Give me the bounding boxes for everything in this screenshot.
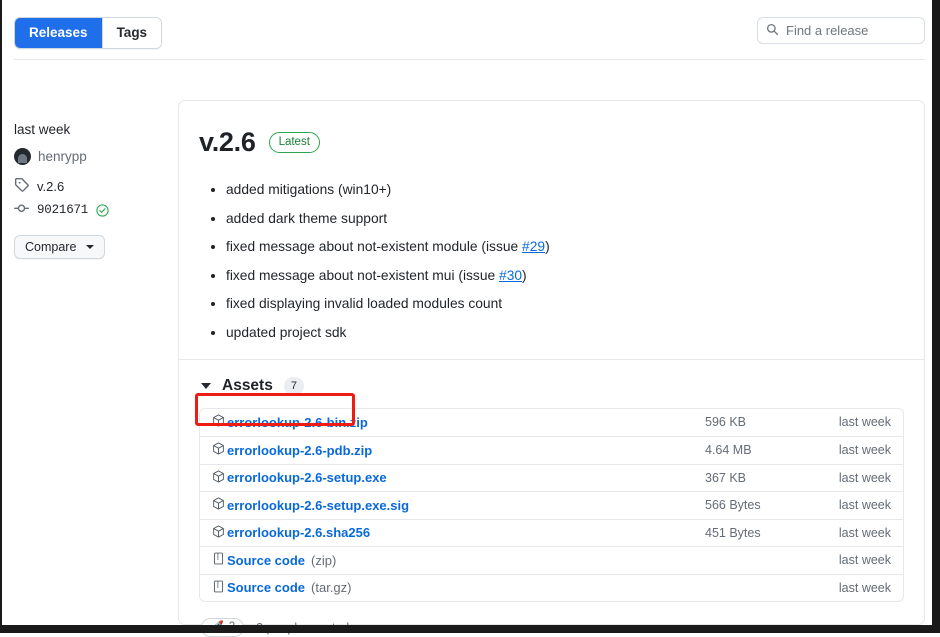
asset-download-link[interactable]: errorlookup-2.6-pdb.zip <box>227 443 372 458</box>
list-item: updated project sdk <box>226 325 904 341</box>
note-text-end: ) <box>545 239 550 254</box>
asset-size: 451 Bytes <box>705 525 761 540</box>
list-item: added dark theme support <box>226 211 904 227</box>
table-row[interactable]: errorlookup-2.6-setup.exe 367 KB last week <box>200 463 903 492</box>
asset-date: last week <box>838 525 891 540</box>
asset-download-link[interactable]: Source code <box>227 580 305 595</box>
releases-page: Releases Tags last week henrypp <box>0 0 932 637</box>
list-item: fixed message about not-existent mui (is… <box>226 268 904 284</box>
package-icon <box>212 442 225 458</box>
note-text-end: ) <box>522 267 527 283</box>
list-item: fixed displaying invalid loaded modules … <box>226 296 904 312</box>
release-header: v.2.6 Latest <box>199 127 904 158</box>
asset-download-link[interactable]: errorlookup-2.6.sha256 <box>227 525 370 540</box>
commit-sha: 9021671 <box>37 203 89 217</box>
issue-link-30[interactable]: #30 <box>499 268 522 283</box>
author-name: henrypp <box>38 149 87 164</box>
tab-releases[interactable]: Releases <box>15 18 102 48</box>
note-text: fixed message about not-existent mui (is… <box>226 267 500 283</box>
table-row[interactable]: errorlookup-2.6-pdb.zip 4.64 MB last week <box>200 436 903 464</box>
release-tag-row[interactable]: v.2.6 <box>14 177 164 195</box>
chevron-down-icon <box>86 245 95 249</box>
package-icon <box>212 470 225 486</box>
release-author[interactable]: henrypp <box>14 148 164 165</box>
asset-format-label: (tar.gz) <box>311 580 352 596</box>
asset-date: last week <box>838 415 891 430</box>
table-row[interactable]: errorlookup-2.6-setup.exe.sig 566 Bytes la… <box>200 491 903 519</box>
releases-tags-toggle[interactable]: Releases Tags <box>14 17 163 49</box>
assets-title: Assets <box>222 376 273 394</box>
table-row[interactable]: errorlookup-2.6.sha256 451 Bytes last week <box>200 518 903 547</box>
compare-button-label: Compare <box>25 240 77 254</box>
status-badge: Latest <box>268 132 320 153</box>
list-item: added mitigations (win10+) <box>226 182 904 198</box>
asset-name-cell: Source code (tar.gz) <box>212 580 705 596</box>
asset-download-link[interactable]: Source code <box>227 553 305 568</box>
avatar <box>14 148 31 165</box>
release-date: last week <box>14 122 71 137</box>
chevron-down-icon[interactable] <box>201 382 211 389</box>
asset-format-label: (zip) <box>311 552 337 568</box>
asset-date: last week <box>838 443 891 458</box>
frame-edge-right <box>932 0 940 633</box>
asset-name-cell: errorlookup-2.6-bin.zip <box>212 414 705 430</box>
assets-table: errorlookup-2.6-bin.zip 596 KB last week er… <box>199 407 904 602</box>
release-notes-list: added mitigations (win10+) added dark th… <box>199 182 904 341</box>
list-item: fixed message about not-existent module … <box>226 239 904 255</box>
asset-date: last week <box>838 498 891 513</box>
frame-edge-left <box>0 0 2 633</box>
search-input[interactable] <box>786 23 916 38</box>
asset-size: 367 KB <box>705 470 747 485</box>
release-commit-row[interactable]: 9021671 <box>14 201 164 219</box>
assets-count-badge: 7 <box>283 376 304 395</box>
package-icon <box>212 414 225 430</box>
asset-download-link[interactable]: errorlookup-2.6-setup.exe.sig <box>227 498 409 513</box>
package-icon <box>212 497 225 513</box>
asset-name-cell: errorlookup-2.6.sha256 <box>212 525 705 541</box>
asset-date: last week <box>838 470 891 485</box>
tag-icon <box>14 177 29 195</box>
release-card: v.2.6 Latest added mitigations (win10+) … <box>178 100 925 637</box>
verified-check-icon <box>96 203 109 217</box>
header-divider <box>14 59 925 60</box>
asset-name-cell: errorlookup-2.6-setup.exe <box>212 470 705 486</box>
compare-button[interactable]: Compare <box>14 235 106 259</box>
asset-name-cell: Source code (zip) <box>212 552 705 568</box>
release-sidebar: last week henrypp v.2.6 9021671 Compare <box>14 122 164 259</box>
package-icon <box>212 525 225 541</box>
assets-header[interactable]: Assets 7 <box>199 360 904 408</box>
commit-icon <box>14 201 29 219</box>
tab-tags[interactable]: Tags <box>101 18 162 48</box>
note-text: fixed message about not-existent module … <box>226 239 523 254</box>
asset-download-link[interactable]: errorlookup-2.6-setup.exe <box>227 470 387 485</box>
asset-name-cell: errorlookup-2.6-setup.exe.sig <box>212 497 705 513</box>
asset-name-cell: errorlookup-2.6-pdb.zip <box>212 442 705 458</box>
asset-download-link[interactable]: errorlookup-2.6-bin.zip <box>227 415 368 430</box>
asset-date: last week <box>838 580 891 595</box>
asset-size: 596 KB <box>705 415 747 430</box>
file-zip-icon <box>212 552 225 568</box>
page-title: v.2.6 <box>199 127 256 157</box>
table-row[interactable]: Source code (zip) last week <box>200 546 903 574</box>
file-zip-icon <box>212 580 225 596</box>
asset-date: last week <box>838 553 891 568</box>
page-header: Releases Tags <box>0 0 932 60</box>
frame-edge-bottom <box>0 625 940 633</box>
issue-link-29[interactable]: #29 <box>522 239 545 254</box>
asset-size: 4.64 MB <box>705 443 752 458</box>
table-row[interactable]: Source code (tar.gz) last week <box>200 573 903 602</box>
search-icon <box>766 23 779 39</box>
tag-name: v.2.6 <box>37 178 65 194</box>
table-row[interactable]: errorlookup-2.6-bin.zip 596 KB last week <box>200 409 903 437</box>
asset-size: 566 Bytes <box>705 498 761 513</box>
search-box[interactable] <box>757 17 925 44</box>
